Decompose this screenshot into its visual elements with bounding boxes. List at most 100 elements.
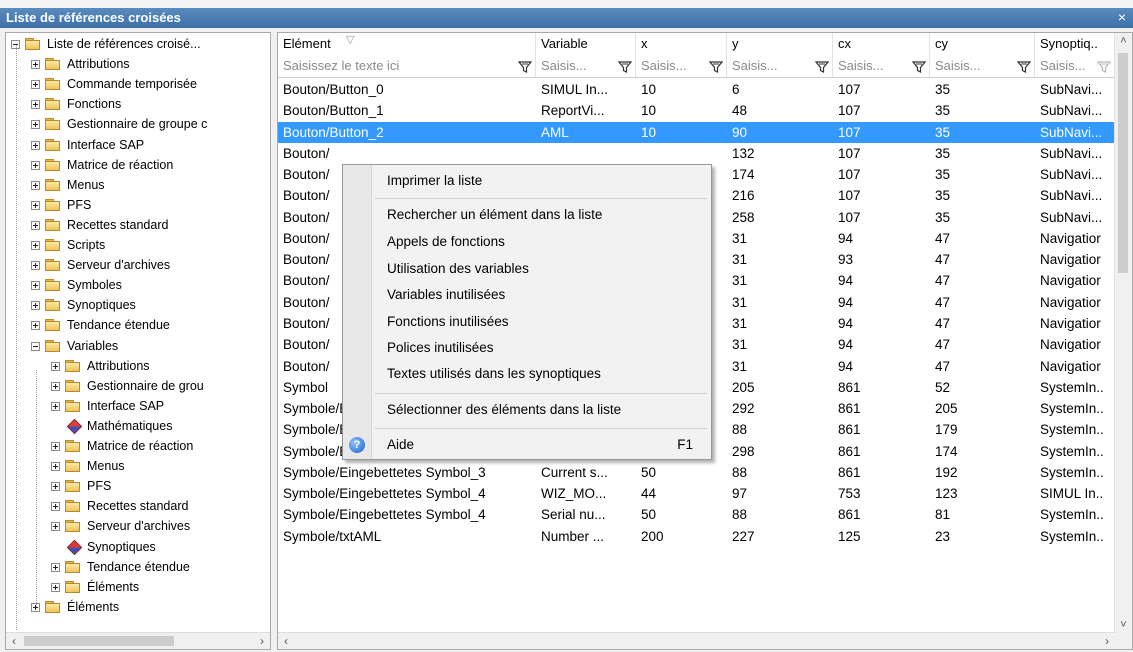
menu-item[interactable]: Appels de fonctions xyxy=(387,234,505,249)
scroll-thumb[interactable] xyxy=(24,636,174,646)
table-row[interactable]: Symbole/Eingebettetes Symbol_4 Serial nu.… xyxy=(278,504,1132,525)
table-cell: 174 xyxy=(732,167,755,183)
scroll-thumb[interactable] xyxy=(1118,53,1128,273)
tree-horizontal-scrollbar[interactable]: ‹ › xyxy=(6,632,270,649)
expand-icon[interactable] xyxy=(51,442,60,451)
scroll-left-icon[interactable]: ‹ xyxy=(6,633,22,649)
table-cell: Number ... xyxy=(541,528,605,544)
expand-icon[interactable] xyxy=(31,241,40,250)
filter-funnel-icon[interactable] xyxy=(1096,59,1112,73)
table-row[interactable]: Bouton/132 107 35 SubNavi... xyxy=(278,143,1132,164)
expand-icon[interactable] xyxy=(31,281,40,291)
table-cell: SubNavi... xyxy=(1040,103,1103,119)
filter-input[interactable]: Saisissez le texte ici xyxy=(278,55,536,77)
column-header[interactable]: y xyxy=(727,33,833,55)
expand-icon[interactable] xyxy=(51,582,60,592)
filter-placeholder: Saisis... xyxy=(935,58,981,73)
expand-icon[interactable] xyxy=(31,261,40,271)
expand-icon[interactable] xyxy=(31,100,40,110)
tree-node-label: Liste de références croisé... xyxy=(47,37,201,51)
menu-item[interactable]: Imprimer la liste xyxy=(387,173,482,188)
scroll-left-icon[interactable]: ‹ xyxy=(278,633,294,649)
table-row[interactable]: Symbole/txtAML Number ... 200 227 125 23 Syste… xyxy=(278,526,1132,547)
expand-icon[interactable] xyxy=(31,200,40,210)
filter-funnel-icon[interactable] xyxy=(911,59,927,73)
tree-node-label: Gestionnaire de groupe c xyxy=(67,117,208,132)
table-cell: Navigatior xyxy=(1040,273,1101,289)
expand-icon[interactable] xyxy=(31,160,40,170)
column-header[interactable]: Variable xyxy=(536,33,636,55)
expand-icon[interactable] xyxy=(51,361,60,371)
expand-icon[interactable] xyxy=(51,381,60,391)
table-cell: 31 xyxy=(732,252,748,268)
table-row[interactable]: Symbole/Eingebettetes Symbol_4 WIZ_MO... 4… xyxy=(278,483,1132,504)
table-cell: 216 xyxy=(732,188,755,204)
menu-item[interactable]: Rechercher un élément dans la liste xyxy=(387,207,602,222)
filter-funnel-icon[interactable] xyxy=(814,59,830,73)
menu-item[interactable]: Fonctions inutilisées xyxy=(387,314,509,329)
column-header[interactable]: Synoptiq.. xyxy=(1035,33,1115,55)
table-row[interactable]: Bouton/Button_1 ReportVi... 10 48 107 35 SubNa… xyxy=(278,100,1132,121)
scroll-down-icon[interactable]: ˅ xyxy=(1115,617,1132,633)
filter-input[interactable]: Saisis... xyxy=(727,55,833,77)
table-cell: 35 xyxy=(935,188,951,204)
expand-icon[interactable] xyxy=(31,321,40,331)
expand-icon[interactable] xyxy=(31,80,40,90)
menu-item[interactable]: Utilisation des variables xyxy=(387,261,529,276)
folder-icon xyxy=(45,600,61,613)
expand-icon[interactable] xyxy=(51,562,60,572)
scroll-right-icon[interactable]: › xyxy=(1099,633,1115,649)
filter-funnel-icon[interactable] xyxy=(1016,59,1032,73)
filter-input[interactable]: Saisis... xyxy=(636,55,727,77)
filter-input[interactable]: Saisis... xyxy=(930,55,1035,77)
tree-node-label: Interface SAP xyxy=(67,137,145,152)
table-cell: Navigatior xyxy=(1040,252,1101,268)
table-cell: 97 xyxy=(732,486,748,502)
filter-funnel-icon[interactable] xyxy=(708,59,724,73)
column-header[interactable]: Elément xyxy=(278,33,536,55)
collapse-icon[interactable] xyxy=(31,341,40,351)
expand-icon[interactable] xyxy=(51,401,60,411)
close-icon[interactable]: × xyxy=(1115,9,1129,25)
expand-icon[interactable] xyxy=(31,60,40,70)
tree-node-label: Fonctions xyxy=(67,97,122,112)
grid-horizontal-scrollbar[interactable]: ‹ › xyxy=(278,632,1115,649)
expand-icon[interactable] xyxy=(31,301,40,311)
folder-icon xyxy=(65,460,81,473)
menu-item[interactable]: Polices inutilisées xyxy=(387,340,494,355)
scroll-up-icon[interactable]: ˄ xyxy=(1115,33,1132,49)
expand-icon[interactable] xyxy=(31,220,40,230)
expand-icon[interactable] xyxy=(31,140,40,150)
table-cell: 50 xyxy=(641,464,657,480)
expand-icon[interactable] xyxy=(51,502,60,512)
expand-icon[interactable] xyxy=(51,482,60,492)
expand-icon[interactable] xyxy=(31,180,40,190)
table-row[interactable]: Bouton/Button_0 SIMUL In... 10 6 107 35 SubNav… xyxy=(278,79,1132,100)
expand-icon[interactable] xyxy=(51,462,60,472)
grid-vertical-scrollbar[interactable]: ˄ ˅ xyxy=(1114,33,1132,649)
filter-funnel-icon[interactable] xyxy=(517,59,533,73)
menu-item[interactable]: Textes utilisés dans les synoptiques xyxy=(387,366,601,381)
menu-item[interactable]: Sélectionner des éléments dans la liste xyxy=(387,402,621,417)
filter-input[interactable]: Saisis... xyxy=(1035,55,1115,77)
table-cell: 31 xyxy=(732,294,748,310)
expand-icon[interactable] xyxy=(31,120,40,130)
column-header[interactable]: cy xyxy=(930,33,1035,55)
menu-item[interactable]: Variables inutilisées xyxy=(387,287,505,302)
menu-item[interactable]: Aide xyxy=(387,437,414,452)
filter-input[interactable]: Saisis... xyxy=(833,55,930,77)
table-cell: SubNavi... xyxy=(1040,209,1103,225)
filter-input[interactable]: Saisis... xyxy=(536,55,636,77)
help-icon: ? xyxy=(349,437,365,453)
table-row[interactable]: Symbole/Eingebettetes Symbol_3 Current s.… xyxy=(278,462,1132,483)
table-cell: AML xyxy=(541,124,569,140)
column-header[interactable]: cx xyxy=(833,33,930,55)
table-cell: 10 xyxy=(641,82,657,97)
expand-icon[interactable] xyxy=(51,522,60,532)
filter-funnel-icon[interactable] xyxy=(617,59,633,73)
table-row[interactable]: Bouton/Button_2 AML 10 90 107 35 SubNavi... xyxy=(278,121,1132,143)
tree-node-label: Attributions xyxy=(67,57,130,72)
scroll-right-icon[interactable]: › xyxy=(254,633,270,649)
column-header[interactable]: x xyxy=(636,33,727,55)
folder-icon xyxy=(65,520,81,533)
